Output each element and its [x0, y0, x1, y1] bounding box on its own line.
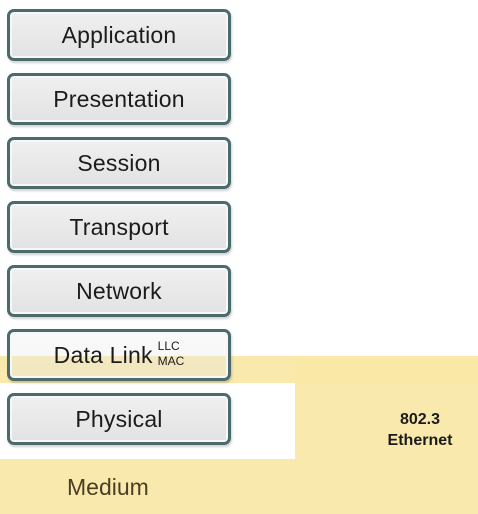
- layer-data-link-label: Data Link: [53, 341, 153, 368]
- layer-transport: Transport: [7, 201, 231, 253]
- ethernet-standard-label: 802.3 Ethernet: [370, 409, 470, 451]
- standard-number: 802.3: [399, 411, 441, 428]
- standard-name: Ethernet: [387, 432, 453, 449]
- layer-session-label: Session: [77, 149, 161, 176]
- layer-physical-label: Physical: [75, 405, 163, 432]
- data-link-sublayers: LLC MAC: [158, 339, 185, 369]
- layer-presentation: Presentation: [7, 73, 231, 125]
- layer-presentation-label: Presentation: [53, 85, 185, 112]
- layer-network-label: Network: [76, 277, 162, 304]
- layer-transport-label: Transport: [69, 213, 169, 240]
- medium-label: Medium: [67, 474, 149, 500]
- layer-session: Session: [7, 137, 231, 189]
- layer-data-link: Data Link LLC MAC: [7, 329, 231, 381]
- layer-application-label: Application: [61, 21, 177, 48]
- layer-application: Application: [7, 9, 231, 61]
- sublayer-llc: LLC: [157, 339, 180, 353]
- layer-network: Network: [7, 265, 231, 317]
- layer-physical: Physical: [7, 393, 231, 445]
- sublayer-mac: MAC: [157, 354, 185, 368]
